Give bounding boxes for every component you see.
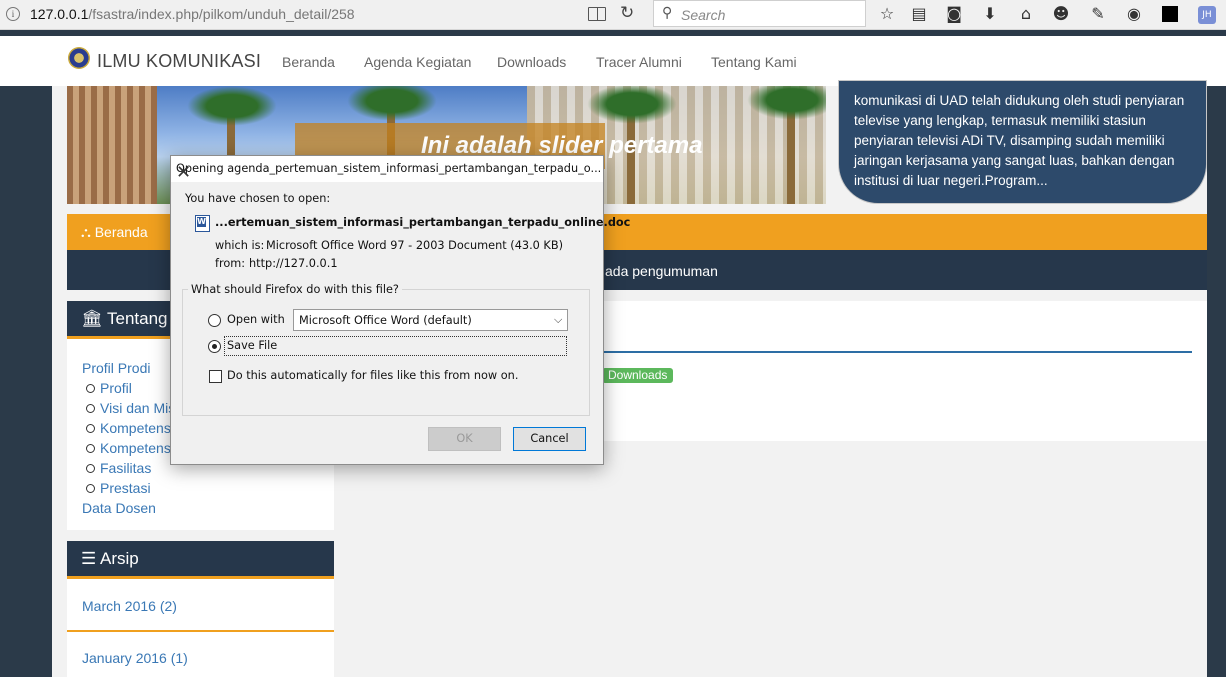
sidebar-arsip-header: ☰ Arsip (67, 541, 334, 579)
archive-item[interactable]: January 2016 (1) (82, 650, 188, 666)
sidebar-arsip-title: Arsip (100, 549, 139, 568)
category-tag[interactable]: Downloads (602, 368, 674, 383)
auto-action-checkbox[interactable] (209, 370, 222, 383)
file-type: Microsoft Office Word 97 - 2003 Document… (266, 239, 564, 252)
nav-beranda[interactable]: Beranda (282, 54, 335, 70)
sidebar-subitem[interactable]: Visi dan Mis (82, 398, 175, 418)
page-right-margin (1207, 86, 1226, 677)
color-wheel-icon[interactable]: ◉ (1124, 4, 1144, 24)
emoji-icon[interactable]: ☻ (1051, 4, 1071, 24)
action-question: What should Firefox do with this file? (188, 283, 402, 296)
dialog-titlebar: Opening agenda_pertemuan_sistem_informas… (171, 156, 603, 183)
url-path: /fsastra/index.php/pilkom/unduh_detail/2… (88, 6, 355, 22)
nav-downloads[interactable]: Downloads (497, 54, 566, 70)
bookmark-star-icon[interactable]: ☆ (877, 4, 897, 24)
from-label: from: (215, 257, 246, 270)
browser-toolbar: i 127.0.0.1/fsastra/index.php/pilkom/und… (0, 0, 1226, 30)
profile-badge[interactable]: JH (1198, 6, 1216, 24)
about-card: komunikasi di UAD telah didukung oleh st… (838, 80, 1207, 204)
pen-icon[interactable]: ✎ (1088, 4, 1108, 24)
cancel-button[interactable]: Cancel (513, 427, 586, 451)
nav-agenda[interactable]: Agenda Kegiatan (364, 54, 471, 70)
word-document-icon (195, 215, 210, 232)
search-icon: ⚲ (662, 5, 673, 21)
sidebar-subitem[interactable]: Fasilitas (82, 458, 175, 478)
application-select[interactable]: Microsoft Office Word (default) ⌵ (293, 309, 568, 331)
home-icon[interactable]: ⌂ (1016, 4, 1036, 24)
breadcrumb[interactable]: ⛬ Beranda (81, 224, 148, 241)
sidebar-subitem[interactable]: Kompetens (82, 418, 175, 438)
url-bar[interactable]: 127.0.0.1/fsastra/index.php/pilkom/unduh… (30, 6, 355, 22)
search-input[interactable]: ⚲ Search (653, 0, 866, 27)
palm-frond (347, 86, 437, 121)
institution-icon: 🏛 (81, 309, 107, 328)
news-ticker-text[interactable]: ada pengumuman (605, 263, 718, 279)
sidebar-item[interactable]: Data Dosen (82, 498, 175, 518)
open-with-radio[interactable] (208, 314, 221, 327)
file-source: http://127.0.0.1 (249, 257, 338, 270)
site-info-icon[interactable]: i (6, 7, 20, 21)
about-text: komunikasi di UAD telah didukung oleh st… (854, 93, 1185, 188)
which-is-label: which is: (215, 239, 265, 252)
application-select-value: Microsoft Office Word (default) (299, 314, 472, 327)
sidebar-arsip-card: ☰ Arsip March 2016 (2) January 2016 (1) (67, 541, 334, 677)
save-file-radio[interactable] (208, 340, 221, 353)
nav-tracer-alumni[interactable]: Tracer Alumni (596, 54, 682, 70)
chosen-label: You have chosen to open: (185, 192, 331, 205)
sidebar-tentang-list: Profil Prodi Profil Visi dan Mis Kompete… (82, 358, 175, 518)
url-host: 127.0.0.1 (30, 6, 89, 22)
search-placeholder: Search (681, 7, 726, 23)
ok-button[interactable]: OK (428, 427, 501, 451)
dialog-title: Opening agenda_pertemuan_sistem_informas… (176, 162, 602, 175)
reading-list-icon[interactable]: ▤ (909, 4, 929, 24)
download-dialog: Opening agenda_pertemuan_sistem_informas… (170, 155, 630, 465)
sidebar-item[interactable]: Profil Prodi (82, 358, 175, 378)
download-icon[interactable]: ⬇ (980, 4, 1000, 24)
sidebar-subitem[interactable]: Prestasi (82, 478, 175, 498)
save-file-label[interactable]: Save File (227, 339, 277, 352)
sidebar-subitem[interactable]: Profil (82, 378, 175, 398)
archive-item[interactable]: March 2016 (2) (82, 598, 177, 614)
site-header: ILMU KOMUNIKASI Beranda Agenda Kegiatan … (0, 36, 1226, 86)
site-brand[interactable]: ILMU KOMUNIKASI (97, 51, 261, 72)
sidebar-subitem[interactable]: Kompetens (82, 438, 175, 458)
page-left-margin (0, 86, 52, 677)
sitemap-icon: ⛬ (81, 224, 95, 240)
slider-building-left (67, 86, 157, 204)
chevron-down-icon: ⌵ (554, 313, 563, 326)
black-square-icon[interactable] (1162, 6, 1178, 22)
list-icon: ☰ (81, 549, 101, 568)
logo-icon (68, 47, 90, 69)
pocket-icon[interactable]: ◙ (944, 4, 964, 24)
close-icon[interactable]: ✕ (176, 162, 191, 183)
reload-icon[interactable]: ↻ (620, 3, 634, 23)
nav-tentang-kami[interactable]: Tentang Kami (711, 54, 797, 70)
reader-view-icon[interactable] (588, 7, 606, 21)
palm-frond (187, 86, 277, 126)
archive-divider (67, 630, 334, 632)
auto-action-label[interactable]: Do this automatically for files like thi… (227, 369, 518, 382)
breadcrumb-label: Beranda (94, 224, 148, 240)
file-name: ...ertemuan_sistem_informasi_pertambanga… (215, 216, 631, 229)
open-with-label[interactable]: Open with (227, 313, 285, 326)
